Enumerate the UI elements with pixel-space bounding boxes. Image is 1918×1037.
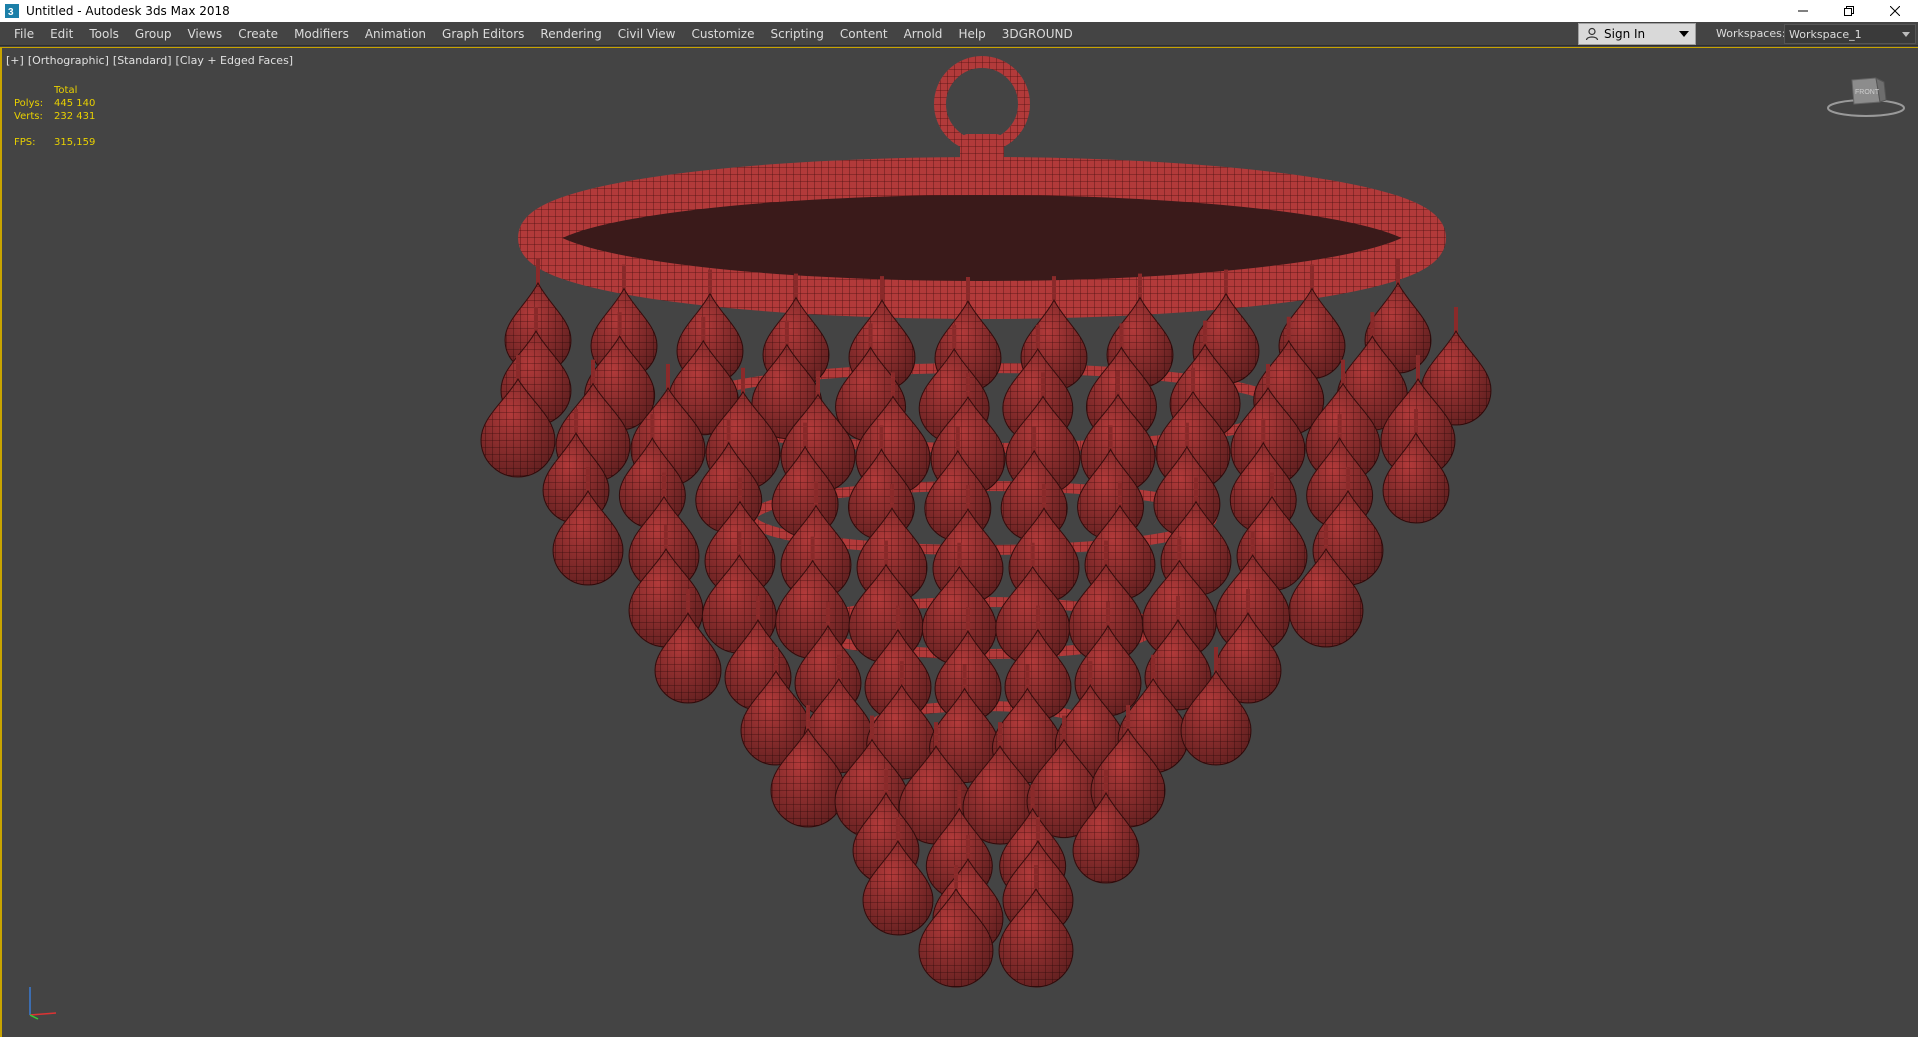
viewport-label: [+] [Orthographic] [Standard] [Clay + Ed… <box>6 54 293 67</box>
verts-label: Verts: <box>14 111 43 122</box>
title-bar: 3 Untitled - Autodesk 3ds Max 2018 <box>0 0 1918 22</box>
menu-rendering[interactable]: Rendering <box>532 22 609 46</box>
polys-value: 445 140 <box>54 98 96 109</box>
menu-scripting[interactable]: Scripting <box>762 22 831 46</box>
menu-views[interactable]: Views <box>179 22 230 46</box>
restore-icon[interactable] <box>1826 0 1872 22</box>
app-icon[interactable]: 3 <box>4 3 20 19</box>
menu-3dground[interactable]: 3DGROUND <box>994 22 1081 46</box>
viewport-shading-label[interactable]: [Standard] <box>113 54 172 67</box>
menu-civil-view[interactable]: Civil View <box>610 22 684 46</box>
chandelier-geometry <box>480 56 1492 988</box>
menu-modifiers[interactable]: Modifiers <box>286 22 357 46</box>
svg-text:3: 3 <box>8 7 14 18</box>
chevron-down-icon <box>1902 31 1910 37</box>
menu-edit[interactable]: Edit <box>42 22 81 46</box>
workspace-dropdown[interactable]: Workspace_1 <box>1784 24 1916 44</box>
user-icon <box>1585 27 1599 41</box>
fps-value: 315,159 <box>54 137 96 148</box>
fps-label: FPS: <box>14 137 36 148</box>
viewport-pov-label[interactable]: [Orthographic] <box>28 54 109 67</box>
menu-group[interactable]: Group <box>127 22 180 46</box>
menu-graph-editors[interactable]: Graph Editors <box>434 22 532 46</box>
menu-animation[interactable]: Animation <box>357 22 434 46</box>
workspaces-label: Workspaces: <box>1716 27 1786 40</box>
stats-header: Total <box>54 85 78 96</box>
menu-file[interactable]: File <box>6 22 42 46</box>
viewport-menu-plus[interactable]: [+] <box>6 54 24 67</box>
window-title: Untitled - Autodesk 3ds Max 2018 <box>26 4 230 18</box>
viewport-orthographic[interactable]: [+] [Orthographic] [Standard] [Clay + Ed… <box>0 47 1918 1037</box>
menu-customize[interactable]: Customize <box>683 22 762 46</box>
menu-content[interactable]: Content <box>832 22 896 46</box>
minimize-icon[interactable] <box>1780 0 1826 22</box>
sign-in-button[interactable]: Sign In <box>1578 23 1696 45</box>
chevron-down-icon <box>1679 31 1689 37</box>
menu-items: File Edit Tools Group Views Create Modif… <box>0 22 1081 46</box>
sign-in-label: Sign In <box>1604 27 1646 41</box>
menu-arnold[interactable]: Arnold <box>896 22 951 46</box>
chandelier-model[interactable] <box>2 48 1918 1037</box>
workspace-value: Workspace_1 <box>1789 27 1862 41</box>
viewcube-face-label: FRONT <box>1855 89 1880 96</box>
menu-create[interactable]: Create <box>230 22 286 46</box>
viewport-statistics: Total Polys: 445 140 Verts: 232 431 FPS: 31… <box>14 84 114 149</box>
verts-value: 232 431 <box>54 111 96 122</box>
menu-tools[interactable]: Tools <box>81 22 127 46</box>
close-icon[interactable] <box>1872 0 1918 22</box>
viewport-display-mode-label[interactable]: [Clay + Edged Faces] <box>176 54 294 67</box>
viewcube-icon[interactable]: FRONT <box>1824 70 1908 120</box>
polys-label: Polys: <box>14 98 44 109</box>
axis-tripod-icon <box>29 987 57 1020</box>
menu-help[interactable]: Help <box>950 22 993 46</box>
window-controls <box>1780 0 1918 22</box>
